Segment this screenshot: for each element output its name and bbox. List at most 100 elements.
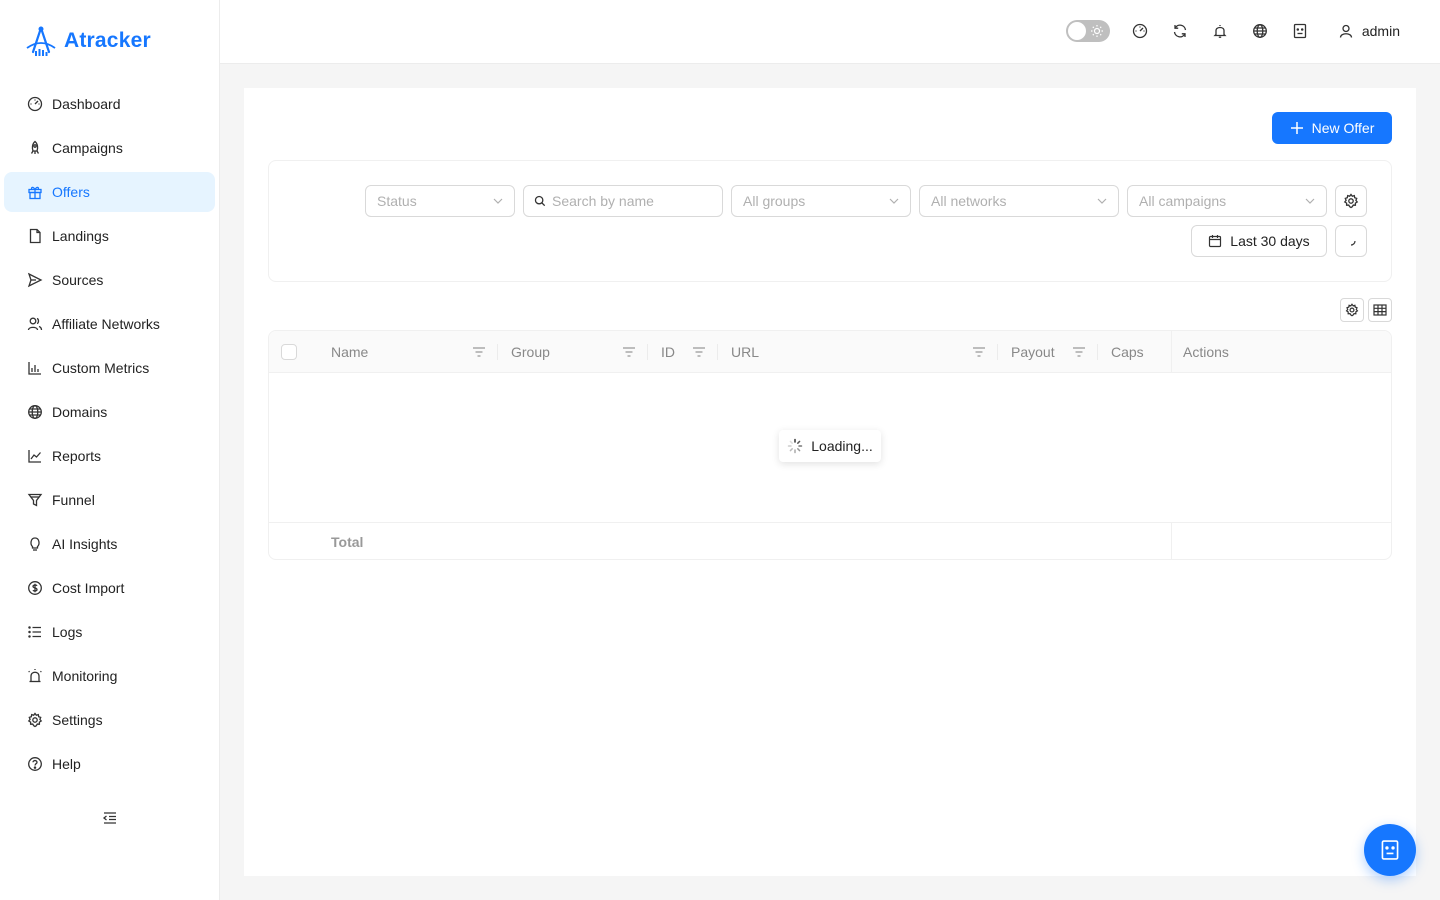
column-header-name[interactable]: Name: [331, 331, 491, 373]
networks-placeholder: All networks: [931, 193, 1007, 209]
sidebar-item-ai-insights[interactable]: AI Insights: [4, 524, 215, 564]
sidebar-nav: Dashboard Campaigns Offers Landings Sour…: [4, 84, 215, 788]
date-range-picker[interactable]: Last 30 days: [1191, 225, 1327, 257]
language-button[interactable]: [1250, 21, 1270, 41]
column-divider: [497, 344, 498, 360]
sidebar-item-label: Offers: [52, 184, 90, 200]
dashboard-icon: [26, 95, 44, 113]
column-divider: [647, 344, 648, 360]
sidebar-item-custom-metrics[interactable]: Custom Metrics: [4, 348, 215, 388]
globe-icon: [26, 403, 44, 421]
sidebar-item-label: Monitoring: [52, 668, 118, 684]
gear-icon: [1343, 193, 1359, 209]
app-name: Atracker: [64, 29, 151, 52]
bar-chart-icon: [26, 359, 44, 377]
search-icon: [534, 195, 546, 207]
column-header-url[interactable]: URL: [731, 331, 951, 373]
header-actions: admin: [1065, 20, 1400, 42]
column-label: Caps: [1111, 344, 1144, 360]
robot-icon: [1293, 23, 1307, 39]
new-offer-button[interactable]: New Offer: [1272, 112, 1392, 144]
sidebar-item-domains[interactable]: Domains: [4, 392, 215, 432]
column-label: Name: [331, 344, 369, 360]
user-icon: [1339, 24, 1353, 38]
loading-indicator: Loading...: [779, 430, 881, 462]
sidebar-item-label: Sources: [52, 272, 104, 288]
sidebar-item-offers[interactable]: Offers: [4, 172, 215, 212]
new-offer-label: New Offer: [1311, 120, 1375, 136]
sidebar-item-label: Affiliate Networks: [52, 316, 160, 332]
groups-select[interactable]: All groups: [731, 185, 911, 217]
file-icon: [26, 227, 44, 245]
sidebar-item-label: Domains: [52, 404, 108, 420]
sidebar: Atracker Dashboard Campaigns Offers Land…: [0, 0, 220, 900]
column-header-payout[interactable]: Payout: [1011, 331, 1071, 373]
filter-settings-button[interactable]: [1335, 185, 1367, 217]
column-label: URL: [731, 344, 760, 360]
chevron-down-icon: [1305, 198, 1315, 204]
collapse-sidebar-button[interactable]: [100, 808, 120, 828]
column-label: ID: [661, 344, 675, 360]
filter-icon[interactable]: [692, 345, 706, 359]
funnel-icon: [26, 491, 44, 509]
sidebar-item-monitoring[interactable]: Monitoring: [4, 656, 215, 696]
notifications-button[interactable]: [1210, 21, 1230, 41]
alarm-icon: [26, 667, 44, 685]
sidebar-item-label: Cost Import: [52, 580, 125, 596]
refresh-button[interactable]: [1170, 21, 1190, 41]
line-chart-icon: [26, 447, 44, 465]
campaigns-select[interactable]: All campaigns: [1127, 185, 1327, 217]
filter-icon[interactable]: [972, 345, 986, 359]
top-header: admin: [220, 0, 1440, 64]
spinner-icon: [788, 438, 803, 454]
column-header-caps[interactable]: Caps: [1111, 331, 1161, 373]
column-header-group[interactable]: Group: [511, 331, 631, 373]
chevron-down-icon: [493, 198, 503, 204]
logo[interactable]: Atracker: [24, 24, 151, 58]
menu-fold-icon: [102, 812, 116, 824]
user-menu[interactable]: admin: [1338, 23, 1400, 39]
sidebar-item-label: Help: [52, 756, 81, 772]
search-input[interactable]: [552, 193, 712, 209]
filter-icon[interactable]: [622, 345, 636, 359]
dollar-icon: [26, 579, 44, 597]
sidebar-item-sources[interactable]: Sources: [4, 260, 215, 300]
sidebar-item-label: Landings: [52, 228, 109, 244]
sidebar-item-settings[interactable]: Settings: [4, 700, 215, 740]
filter-icon[interactable]: [472, 345, 486, 359]
sidebar-item-funnel[interactable]: Funnel: [4, 480, 215, 520]
reload-button[interactable]: [1335, 225, 1367, 257]
sidebar-item-dashboard[interactable]: Dashboard: [4, 84, 215, 124]
sidebar-item-logs[interactable]: Logs: [4, 612, 215, 652]
sidebar-item-help[interactable]: Help: [4, 744, 215, 784]
sidebar-item-campaigns[interactable]: Campaigns: [4, 128, 215, 168]
column-layout-button[interactable]: [1368, 298, 1392, 322]
chevron-down-icon: [1097, 198, 1107, 204]
filter-icon[interactable]: [1072, 345, 1086, 359]
send-icon: [26, 271, 44, 289]
sidebar-item-affiliate-networks[interactable]: Affiliate Networks: [4, 304, 215, 344]
calendar-icon: [1209, 235, 1222, 248]
column-header-id[interactable]: ID: [661, 331, 691, 373]
sidebar-item-label: Campaigns: [52, 140, 123, 156]
sidebar-item-label: Logs: [52, 624, 83, 640]
list-icon: [26, 623, 44, 641]
sidebar-item-label: AI Insights: [52, 536, 118, 552]
assistant-fab[interactable]: [1364, 824, 1416, 876]
networks-select[interactable]: All networks: [919, 185, 1119, 217]
dashboard-header-button[interactable]: [1130, 21, 1150, 41]
theme-toggle[interactable]: [1065, 20, 1110, 42]
sidebar-item-reports[interactable]: Reports: [4, 436, 215, 476]
globe-icon: [1252, 24, 1267, 38]
column-label: Actions: [1183, 344, 1229, 360]
users-icon: [26, 315, 44, 333]
search-field[interactable]: [523, 185, 723, 217]
bulb-icon: [26, 535, 44, 553]
sidebar-item-landings[interactable]: Landings: [4, 216, 215, 256]
status-select[interactable]: Status: [365, 185, 515, 217]
select-all-checkbox[interactable]: [281, 344, 297, 360]
assistant-button[interactable]: [1290, 21, 1310, 41]
sidebar-item-cost-import[interactable]: Cost Import: [4, 568, 215, 608]
table-settings-button[interactable]: [1340, 298, 1364, 322]
column-divider: [717, 344, 718, 360]
